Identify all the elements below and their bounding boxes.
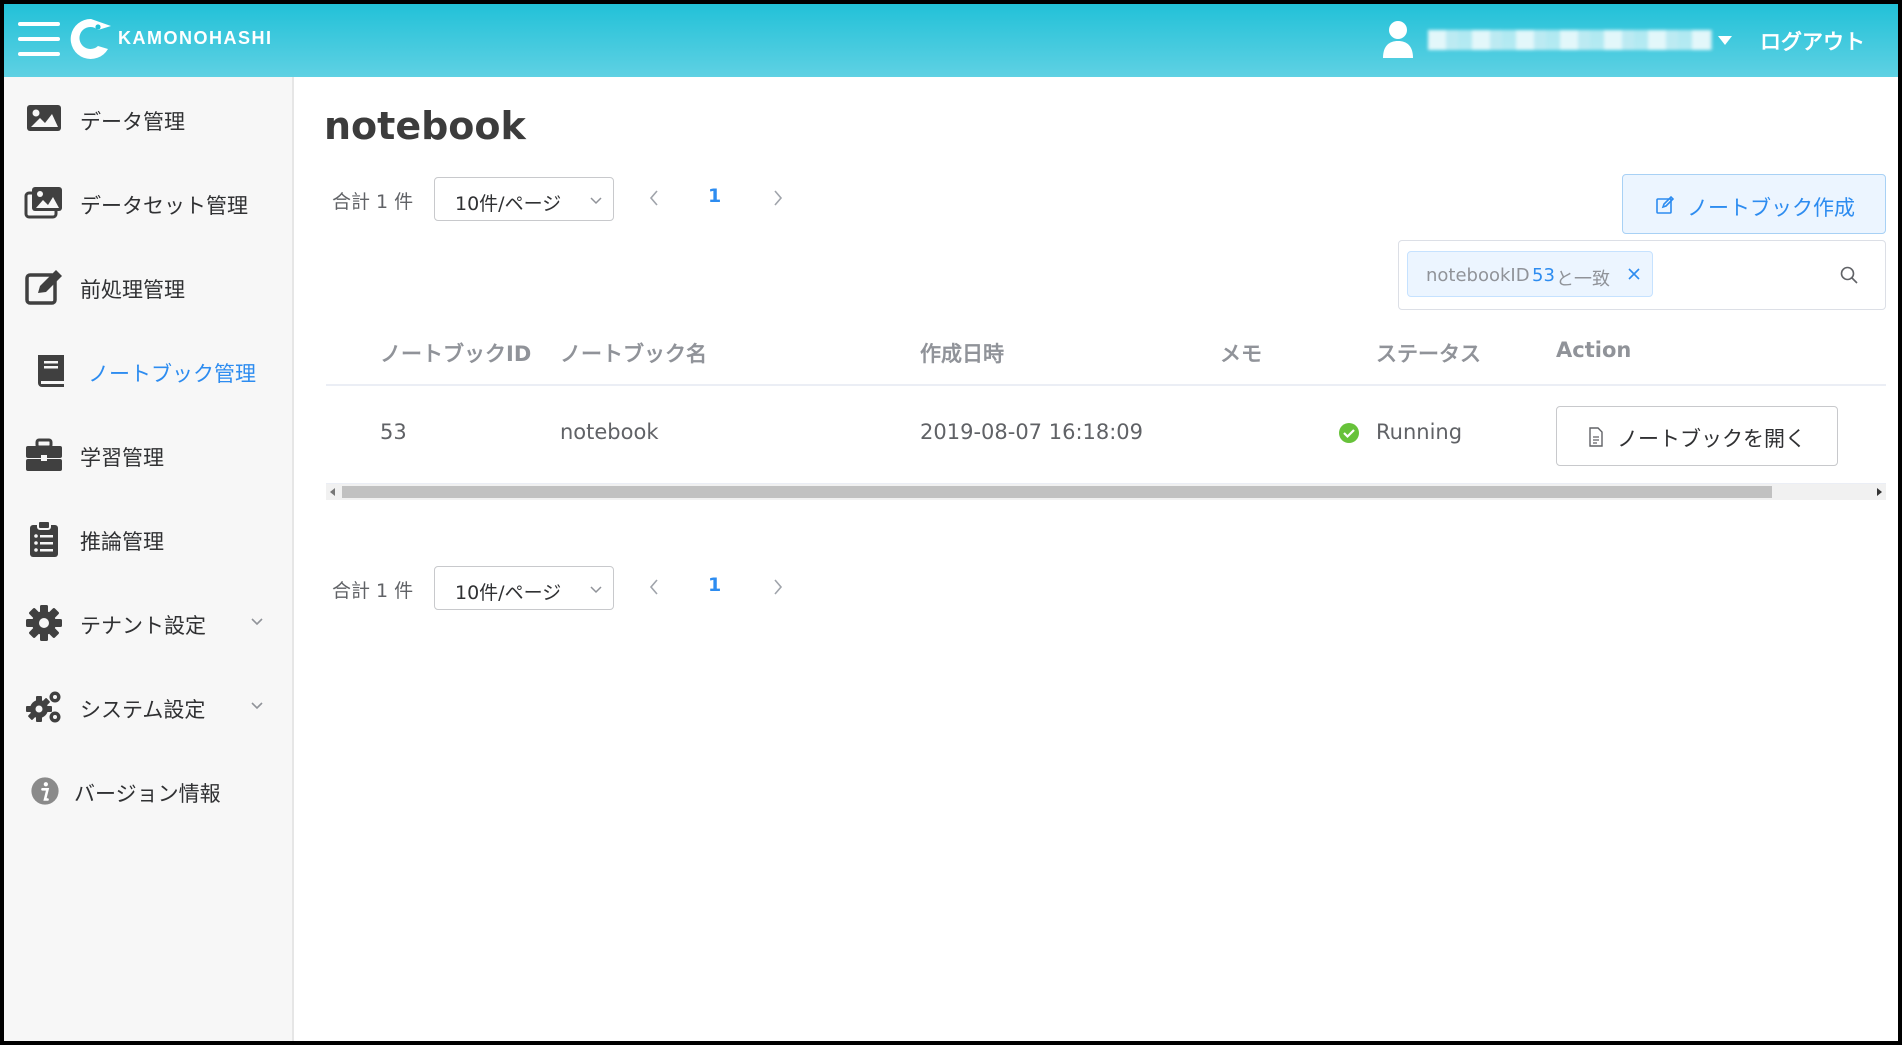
- sidebar-item-label: 前処理管理: [80, 278, 185, 302]
- sidebar-item-version-info[interactable]: バージョン情報: [4, 761, 294, 821]
- images-icon: [24, 187, 62, 219]
- info-icon: [31, 777, 59, 805]
- column-header-status: ステータス: [1376, 342, 1481, 366]
- page-title: notebook: [324, 104, 526, 148]
- column-header-memo: メモ: [1220, 342, 1262, 366]
- filter-value: 53: [1532, 265, 1555, 286]
- image-icon: [27, 105, 61, 131]
- column-header-id: ノートブックID: [380, 342, 532, 366]
- sidebar-item-dataset[interactable]: データセット管理: [4, 173, 294, 233]
- clipboard-icon: [30, 520, 58, 557]
- edit-icon: [1656, 195, 1675, 214]
- sidebar-item-system-settings[interactable]: システム設定: [4, 677, 294, 737]
- scrollbar-thumb[interactable]: [342, 486, 1772, 498]
- column-header-created-at: 作成日時: [920, 342, 1004, 366]
- app-window: KAMONOHASHI ログアウト データ管理 データセット管理 前処理管理 ノ…: [0, 0, 1902, 1045]
- caret-down-icon[interactable]: [1718, 36, 1732, 45]
- document-icon: [1589, 427, 1603, 447]
- column-header-name: ノートブック名: [560, 342, 707, 366]
- book-icon: [38, 355, 64, 387]
- hamburger-menu-icon[interactable]: [18, 22, 60, 56]
- sidebar-item-notebook[interactable]: ノートブック管理: [4, 341, 294, 401]
- kamonohashi-logo-icon: [70, 18, 111, 59]
- scroll-left-arrow-icon[interactable]: [330, 488, 335, 496]
- open-notebook-label: ノートブックを開く: [1617, 427, 1806, 451]
- gear-icon: [26, 605, 62, 641]
- sidebar-item-preprocessing[interactable]: 前処理管理: [4, 257, 294, 317]
- cell-created-at: 2019-08-07 16:18:09: [920, 420, 1144, 444]
- chevron-right-icon[interactable]: [772, 578, 784, 596]
- create-notebook-button[interactable]: ノートブック作成: [1622, 174, 1886, 234]
- chevron-down-icon: [590, 197, 602, 205]
- sidebar-item-inference[interactable]: 推論管理: [4, 509, 294, 569]
- sidebar-item-label: システム設定: [80, 698, 206, 722]
- sidebar-item-label: 推論管理: [80, 530, 164, 554]
- sidebar-item-label: 学習管理: [80, 446, 164, 470]
- open-notebook-button[interactable]: ノートブックを開く: [1556, 406, 1838, 466]
- user-icon[interactable]: [1382, 20, 1414, 58]
- edit-icon: [25, 270, 62, 305]
- table-header: ノートブックID ノートブック名 作成日時 メモ ステータス Action: [326, 322, 1886, 386]
- sidebar-item-label: データ管理: [80, 110, 185, 134]
- chevron-down-icon[interactable]: [250, 699, 264, 713]
- logout-button[interactable]: ログアウト: [1760, 26, 1865, 56]
- page-size-value: 10件/ページ: [455, 193, 562, 215]
- page-number[interactable]: 1: [708, 574, 721, 596]
- column-header-action: Action: [1556, 338, 1632, 362]
- sidebar-item-label: ノートブック管理: [88, 362, 256, 386]
- cell-id: 53: [380, 420, 407, 444]
- sidebar-item-tenant-settings[interactable]: テナント設定: [4, 593, 294, 653]
- sidebar-item-training[interactable]: 学習管理: [4, 425, 294, 485]
- gears-icon: [26, 691, 61, 723]
- sidebar-item-data[interactable]: データ管理: [4, 89, 294, 149]
- pagination-total: 合計 1 件: [332, 580, 414, 602]
- horizontal-scrollbar[interactable]: [326, 484, 1886, 500]
- chevron-left-icon[interactable]: [648, 189, 660, 207]
- filter-prefix: notebookID: [1426, 265, 1530, 286]
- search-icon[interactable]: [1839, 265, 1859, 285]
- chevron-down-icon: [590, 586, 602, 594]
- check-circle-icon: [1339, 423, 1359, 443]
- sidebar: データ管理 データセット管理 前処理管理 ノートブック管理 学習管理 推論管理 …: [4, 77, 294, 1041]
- briefcase-icon: [26, 438, 62, 471]
- pagination-bottom: 合計 1 件 10件/ページ 1: [332, 566, 792, 610]
- cell-name: notebook: [560, 420, 659, 444]
- page-size-value: 10件/ページ: [455, 582, 562, 604]
- cell-status: Running: [1376, 420, 1463, 444]
- logo-text: KAMONOHASHI: [118, 28, 273, 48]
- filter-suffix: と一致: [1556, 269, 1610, 290]
- create-notebook-label: ノートブック作成: [1687, 196, 1855, 220]
- top-header: KAMONOHASHI ログアウト: [4, 4, 1898, 77]
- page-number[interactable]: 1: [708, 185, 721, 207]
- close-icon[interactable]: [1626, 266, 1642, 282]
- scroll-right-arrow-icon[interactable]: [1877, 488, 1882, 496]
- chevron-left-icon[interactable]: [648, 578, 660, 596]
- sidebar-item-label: テナント設定: [80, 614, 206, 638]
- pagination-total: 合計 1 件: [332, 191, 414, 213]
- sidebar-item-label: バージョン情報: [74, 782, 221, 806]
- filter-chip: notebookID 53 と一致: [1407, 251, 1653, 297]
- page-size-select[interactable]: 10件/ページ: [434, 566, 614, 610]
- user-name-blurred[interactable]: [1428, 30, 1712, 50]
- filter-search-box[interactable]: notebookID 53 と一致: [1398, 240, 1886, 310]
- sidebar-item-label: データセット管理: [80, 194, 248, 218]
- chevron-right-icon[interactable]: [772, 189, 784, 207]
- page-size-select[interactable]: 10件/ページ: [434, 177, 614, 221]
- table-row[interactable]: 53 notebook 2019-08-07 16:18:09 Running …: [326, 386, 1886, 484]
- pagination-top: 合計 1 件 10件/ページ 1: [332, 177, 792, 221]
- chevron-down-icon[interactable]: [250, 615, 264, 629]
